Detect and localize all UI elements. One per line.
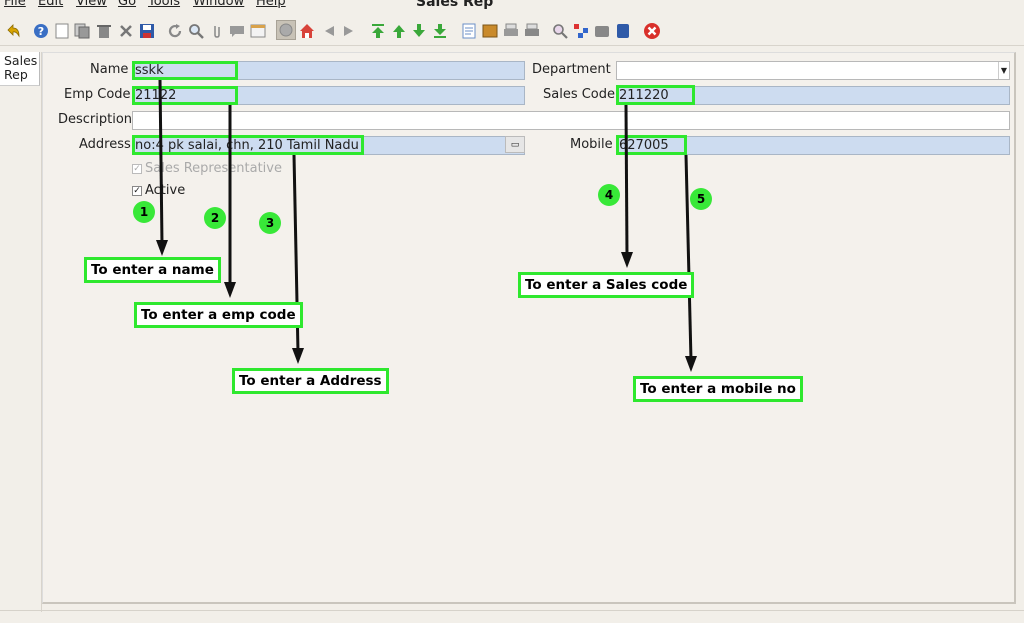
copy-icon[interactable] xyxy=(73,22,90,39)
previous-record-icon[interactable] xyxy=(390,22,407,39)
note-mobile: To enter a mobile no xyxy=(633,376,803,402)
first-record-icon[interactable] xyxy=(369,22,386,39)
delete-selection-icon[interactable] xyxy=(117,22,134,39)
address-highlight xyxy=(132,135,364,155)
sales-representative-label: Sales Representative xyxy=(145,161,282,176)
note-address: To enter a Address xyxy=(232,368,389,394)
step-badge-2: 2 xyxy=(204,207,226,229)
emp-code-label: Emp Code xyxy=(64,87,131,102)
active-checkbox[interactable]: ✓ Active xyxy=(132,183,185,198)
workflow-icon[interactable] xyxy=(572,22,589,39)
svg-text:?: ? xyxy=(37,25,43,38)
refresh-icon[interactable] xyxy=(166,22,183,39)
window-title: Sales Rep xyxy=(416,0,494,10)
archive-icon[interactable] xyxy=(481,22,498,39)
name-highlight xyxy=(132,61,238,80)
description-label: Description xyxy=(58,112,133,127)
note-sales-code: To enter a Sales code xyxy=(518,272,695,298)
find-icon[interactable] xyxy=(187,22,204,39)
menu-view[interactable]: View xyxy=(76,0,107,9)
mobile-label: Mobile xyxy=(570,137,613,152)
sales-code-label: Sales Code xyxy=(543,87,616,102)
last-record-icon[interactable] xyxy=(431,22,448,39)
history-icon[interactable] xyxy=(249,22,266,39)
menu-edit[interactable]: Edit xyxy=(38,0,63,9)
note-emp-code: To enter a emp code xyxy=(134,302,303,328)
note-name: To enter a name xyxy=(84,257,221,283)
menu-help[interactable]: Help xyxy=(256,0,286,9)
menu-go[interactable]: Go xyxy=(118,0,136,9)
chevron-down-icon[interactable]: ▼ xyxy=(998,62,1009,79)
save-icon[interactable] xyxy=(138,22,155,39)
description-field[interactable] xyxy=(132,111,1010,130)
department-label: Department xyxy=(532,62,611,77)
print-icon[interactable] xyxy=(523,22,540,39)
tab-sales-rep[interactable]: Sales Rep xyxy=(0,52,40,86)
active-label: Active xyxy=(145,183,186,198)
menu-tools[interactable]: Tools xyxy=(148,0,180,9)
name-label: Name xyxy=(90,62,129,77)
exit-icon[interactable] xyxy=(643,22,660,39)
chat-icon[interactable] xyxy=(228,22,245,39)
department-select[interactable]: ▼ xyxy=(616,61,1010,80)
checkbox-check-icon[interactable]: ✓ xyxy=(132,186,142,196)
menu-bar: File Edit View Go Tools Window Help Sale… xyxy=(0,0,1024,14)
sales-code-highlight xyxy=(616,85,695,105)
grid-toggle-icon[interactable] xyxy=(276,20,296,40)
zoom-across-icon[interactable] xyxy=(551,22,568,39)
request-icon[interactable] xyxy=(593,22,610,39)
emp-code-highlight xyxy=(132,86,238,105)
print-preview-icon[interactable] xyxy=(502,22,519,39)
mobile-highlight xyxy=(616,135,687,155)
sales-representative-checkbox: ✓ Sales Representative xyxy=(132,161,282,176)
attachment-icon[interactable] xyxy=(208,22,225,39)
product-info-icon[interactable] xyxy=(614,22,631,39)
help-icon[interactable]: ? xyxy=(32,22,49,39)
next-record-icon[interactable] xyxy=(410,22,427,39)
next-page-icon[interactable] xyxy=(340,22,357,39)
undo-icon[interactable] xyxy=(4,22,21,39)
step-badge-5: 5 xyxy=(690,188,712,210)
status-bar xyxy=(0,610,1024,623)
step-badge-4: 4 xyxy=(598,184,620,206)
address-label: Address xyxy=(79,137,131,152)
menu-file[interactable]: File xyxy=(4,0,26,9)
step-badge-3: 3 xyxy=(259,212,281,234)
tab-sidebar: Sales Rep xyxy=(0,52,42,612)
delete-icon[interactable] xyxy=(95,22,112,39)
report-icon[interactable] xyxy=(460,22,477,39)
menu-window[interactable]: Window xyxy=(193,0,244,9)
step-badge-1: 1 xyxy=(133,201,155,223)
new-icon[interactable] xyxy=(53,22,70,39)
checkbox-check-icon: ✓ xyxy=(132,164,142,174)
address-lookup-icon[interactable]: ▭ xyxy=(505,136,525,153)
previous-page-icon[interactable] xyxy=(320,22,337,39)
toolbar: ? xyxy=(0,16,1024,46)
home-icon[interactable] xyxy=(298,22,315,39)
